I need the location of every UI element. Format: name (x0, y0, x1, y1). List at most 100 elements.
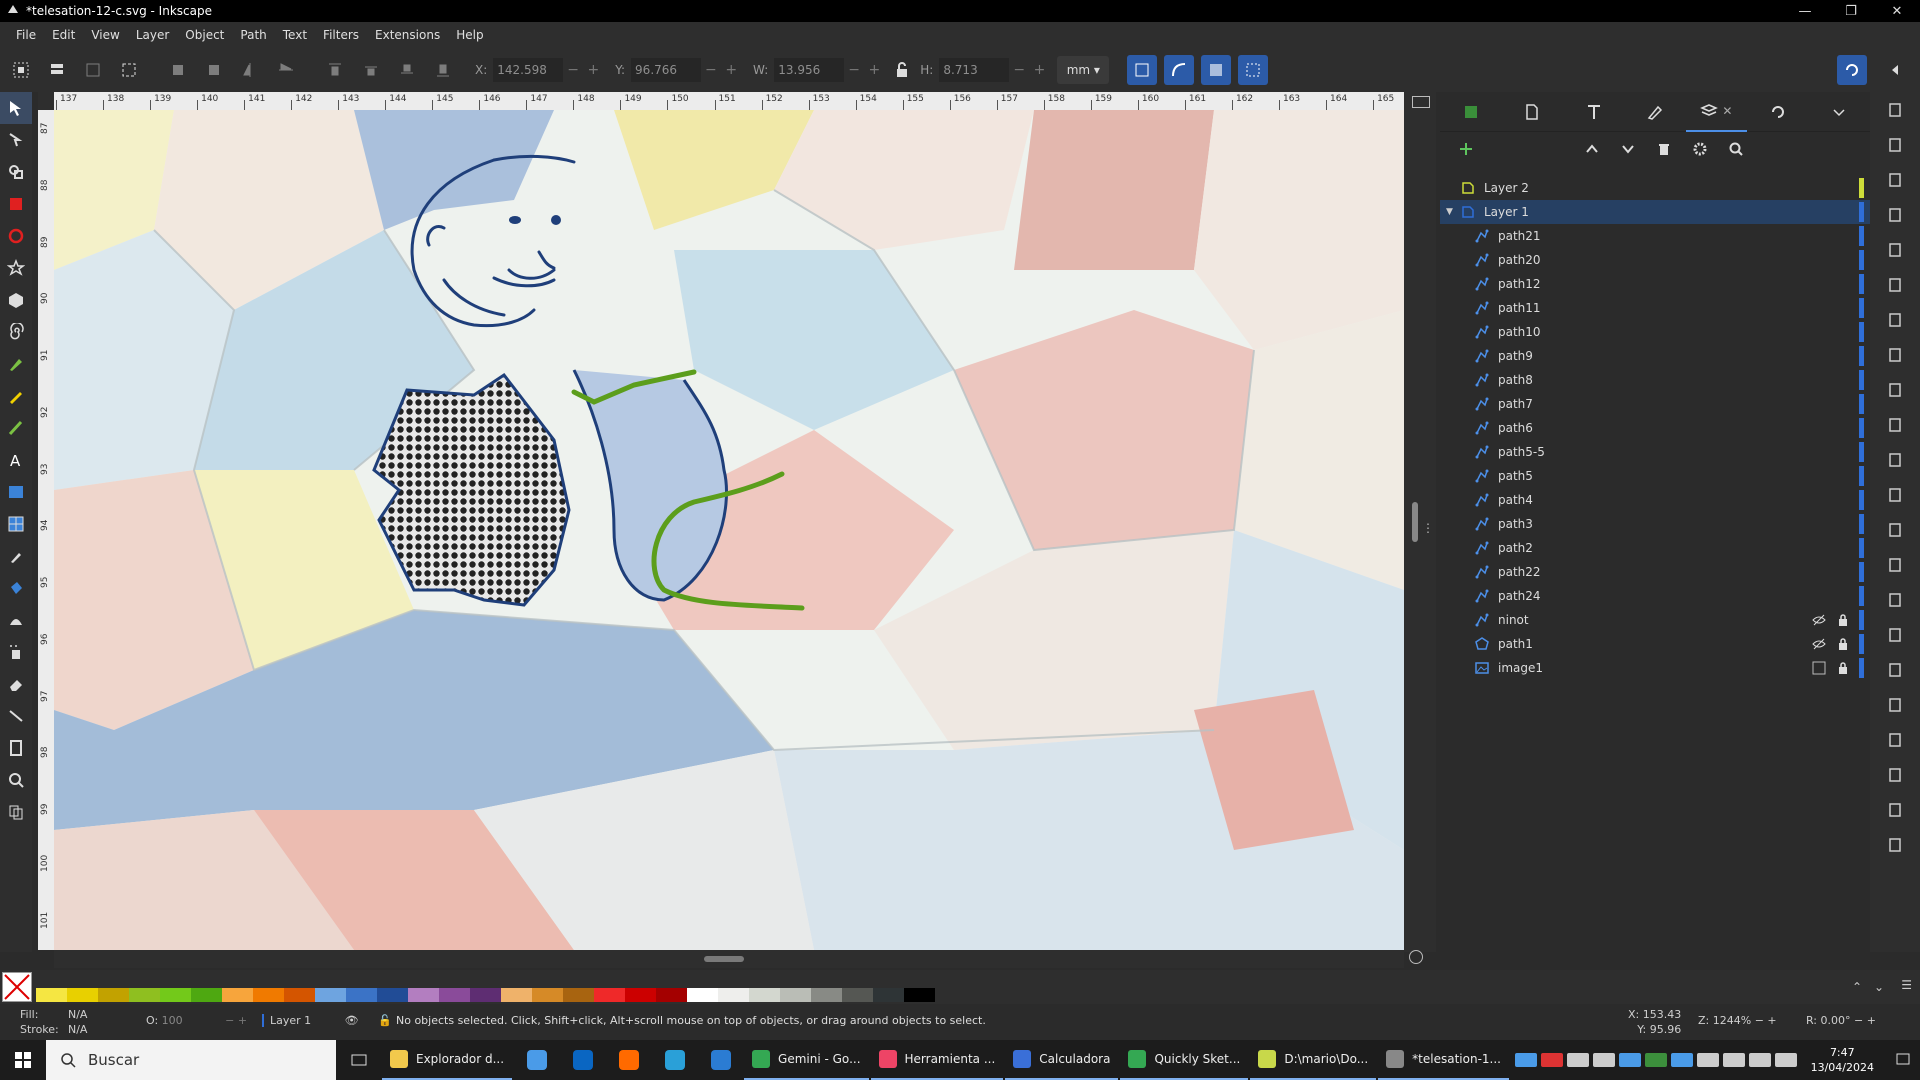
menu-help[interactable]: Help (448, 28, 491, 42)
x-input[interactable]: 142.598 (493, 58, 564, 82)
tab-fill-stroke-icon[interactable] (1624, 92, 1685, 132)
ruler-corner-lock-icon[interactable] (38, 92, 54, 110)
object-row[interactable]: path8 (1440, 368, 1870, 392)
opacity-input[interactable]: 100 (162, 1014, 222, 1027)
object-row[interactable]: path6 (1440, 416, 1870, 440)
menu-file[interactable]: File (8, 28, 44, 42)
color-swatch[interactable] (36, 988, 67, 1002)
x-stepper[interactable]: − + (563, 62, 603, 78)
display-mode-icon[interactable] (1412, 96, 1430, 108)
palette-down-icon[interactable]: ⌄ (1874, 980, 1884, 994)
tray-app-icon[interactable] (1514, 1053, 1537, 1067)
color-swatch[interactable] (377, 988, 408, 1002)
lock-icon[interactable] (1836, 661, 1850, 675)
add-layer-icon[interactable] (1448, 141, 1484, 157)
undo-icon[interactable] (1870, 302, 1920, 337)
color-swatch[interactable] (594, 988, 625, 1002)
tab-layers-objects-icon[interactable]: ✕ (1685, 92, 1748, 132)
tray-app-icon[interactable] (1540, 1053, 1563, 1067)
node-tool-icon[interactable] (0, 124, 32, 156)
vertical-ruler[interactable]: 87 88 89 90 91 92 93 94 95 96 97 98 99 100 101 (38, 110, 54, 950)
fill-stroke-icon[interactable] (1870, 792, 1920, 827)
taskbar-app-button[interactable]: Explorador d... (382, 1040, 513, 1080)
color-swatch[interactable] (346, 988, 377, 1002)
zoom-tool-icon[interactable] (0, 764, 32, 796)
snap-menu-icon[interactable] (1884, 59, 1906, 81)
tray-app-icon[interactable] (1670, 1053, 1693, 1067)
drawing-canvas[interactable] (54, 110, 1404, 950)
flip-horizontal-icon[interactable] (239, 59, 261, 81)
measure-tool-icon[interactable] (0, 796, 32, 828)
menu-object[interactable]: Object (177, 28, 232, 42)
network-icon[interactable] (1748, 1053, 1771, 1067)
open-file-icon[interactable] (1870, 127, 1920, 162)
palette-up-icon[interactable]: ⌃ (1852, 980, 1862, 994)
color-swatch[interactable] (160, 988, 191, 1002)
taskbar-app-button[interactable]: Calculadora (1005, 1040, 1119, 1080)
vertical-scrollbar[interactable] (1412, 502, 1418, 542)
object-row[interactable]: path3 (1440, 512, 1870, 536)
fill-stroke-indicator[interactable]: Fill: N/A Stroke: N/A (20, 1007, 116, 1037)
color-swatch[interactable] (67, 988, 98, 1002)
move-gradients-button[interactable] (1201, 55, 1232, 85)
deselect-icon[interactable] (82, 59, 104, 81)
expand-chevron-icon[interactable]: ▼ (1446, 207, 1453, 217)
settings-gear-icon[interactable] (1682, 141, 1718, 157)
color-swatch[interactable] (780, 988, 811, 1002)
tray-app-icon[interactable] (1618, 1053, 1641, 1067)
move-down-icon[interactable] (1610, 141, 1646, 157)
lower-icon[interactable] (396, 59, 418, 81)
cut-icon[interactable] (1870, 407, 1920, 442)
object-row[interactable]: path11 (1440, 296, 1870, 320)
menu-layer[interactable]: Layer (128, 28, 177, 42)
connector-tool-icon[interactable] (0, 700, 32, 732)
spiral-tool-icon[interactable] (0, 316, 32, 348)
object-row[interactable]: path21 (1440, 224, 1870, 248)
color-swatch[interactable] (470, 988, 501, 1002)
tab-overflow-chevron-icon[interactable] (1809, 92, 1870, 132)
object-row[interactable]: path22 (1440, 560, 1870, 584)
taskbar-app-button[interactable]: D:\mario\Do... (1250, 1040, 1377, 1080)
color-swatch[interactable] (129, 988, 160, 1002)
tray-app-icon[interactable] (1592, 1053, 1615, 1067)
color-swatch[interactable] (718, 988, 749, 1002)
tray-app-icon[interactable] (1644, 1053, 1667, 1067)
mail-icon[interactable] (560, 1040, 606, 1080)
calligraphy-tool-icon[interactable] (0, 412, 32, 444)
menu-text[interactable]: Text (275, 28, 315, 42)
tab-document-properties-icon[interactable] (1501, 92, 1562, 132)
layer-row[interactable]: ▼ Layer 1 (1440, 200, 1870, 224)
eraser-tool-icon[interactable] (0, 668, 32, 700)
color-swatch[interactable] (873, 988, 904, 1002)
color-swatch[interactable] (284, 988, 315, 1002)
palette-menu-icon[interactable]: ☰ (1901, 978, 1912, 992)
color-swatch[interactable] (315, 988, 346, 1002)
snap-toggle-button[interactable] (1837, 55, 1867, 85)
color-swatch[interactable] (98, 988, 129, 1002)
color-swatch[interactable] (222, 988, 253, 1002)
raise-icon[interactable] (360, 59, 382, 81)
object-row[interactable]: path4 (1440, 488, 1870, 512)
zoom-selection-icon[interactable] (1870, 477, 1920, 512)
no-paint-swatch[interactable] (2, 972, 32, 1002)
scale-stroke-button[interactable] (1127, 55, 1158, 85)
duplicate-icon[interactable] (1870, 617, 1920, 652)
new-document-icon[interactable] (1870, 92, 1920, 127)
rotate-ccw-icon[interactable] (167, 59, 189, 81)
import-icon[interactable] (1870, 232, 1920, 267)
tray-app-icon[interactable] (1696, 1053, 1719, 1067)
horizontal-scrollbar[interactable] (54, 950, 1423, 968)
menu-path[interactable]: Path (232, 28, 274, 42)
h-input[interactable]: 8.713 (939, 58, 1010, 82)
menu-extensions[interactable]: Extensions (367, 28, 448, 42)
color-swatch[interactable] (532, 988, 563, 1002)
store-icon[interactable] (514, 1040, 560, 1080)
select-all-layers-icon[interactable] (46, 59, 68, 81)
clone-icon[interactable] (1870, 652, 1920, 687)
tab-text-font-icon[interactable] (1563, 92, 1624, 132)
color-swatch[interactable] (408, 988, 439, 1002)
volume-icon[interactable] (1774, 1053, 1797, 1067)
taskbar-clock[interactable]: 7:47 13/04/2024 (1799, 1045, 1886, 1075)
copy-icon[interactable] (1870, 372, 1920, 407)
select-all-icon[interactable] (10, 59, 32, 81)
